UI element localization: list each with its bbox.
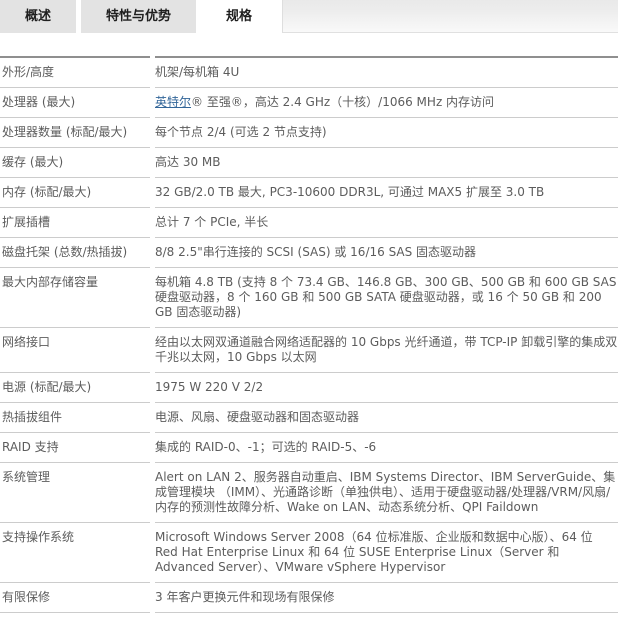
row-label: 系统管理 (0, 463, 150, 523)
table-row: 内存 (标配/最大)32 GB/2.0 TB 最大, PC3-10600 DDR… (0, 178, 618, 208)
spec-table: 外形/高度机架/每机箱 4U处理器 (最大)英特尔® 至强®，高达 2.4 GH… (0, 56, 618, 613)
row-label: 缓存 (最大) (0, 148, 150, 178)
table-row: 最大内部存储容量每机箱 4.8 TB (支持 8 个 73.4 GB、146.8… (0, 268, 618, 328)
row-value: 1975 W 220 V 2/2 (155, 373, 618, 403)
table-row: 缓存 (最大)高达 30 MB (0, 148, 618, 178)
row-label: 电源 (标配/最大) (0, 373, 150, 403)
row-value: 32 GB/2.0 TB 最大, PC3-10600 DDR3L, 可通过 MA… (155, 178, 618, 208)
row-value: 高达 30 MB (155, 148, 618, 178)
row-label: 扩展插槽 (0, 208, 150, 238)
row-label: 网络接口 (0, 328, 150, 373)
table-row: 外形/高度机架/每机箱 4U (0, 56, 618, 88)
row-value: 每机箱 4.8 TB (支持 8 个 73.4 GB、146.8 GB、300 … (155, 268, 618, 328)
table-row: RAID 支持集成的 RAID-0、-1；可选的 RAID-5、-6 (0, 433, 618, 463)
row-value: Microsoft Windows Server 2008（64 位标准版、企业… (155, 523, 618, 583)
table-row: 磁盘托架 (总数/热插拔)8/8 2.5"串行连接的 SCSI (SAS) 或 … (0, 238, 618, 268)
tab-features-benefits[interactable]: 特性与优势 (81, 0, 196, 33)
tab-bar-filler (282, 0, 618, 33)
row-label: 有限保修 (0, 583, 150, 613)
row-value: 机架/每机箱 4U (155, 56, 618, 88)
table-row: 扩展插槽总计 7 个 PCIe, 半长 (0, 208, 618, 238)
table-row: 系统管理Alert on LAN 2、服务器自动重启、IBM Systems D… (0, 463, 618, 523)
row-label: 最大内部存储容量 (0, 268, 150, 328)
table-row: 支持操作系统Microsoft Windows Server 2008（64 位… (0, 523, 618, 583)
table-row: 网络接口经由以太网双通道融合网络适配器的 10 Gbps 光纤通道，带 TCP-… (0, 328, 618, 373)
intel-link[interactable]: 英特尔 (155, 95, 191, 109)
table-row: 处理器 (最大)英特尔® 至强®，高达 2.4 GHz（十核）/1066 MHz… (0, 88, 618, 118)
row-value: 3 年客户更换元件和现场有限保修 (155, 583, 618, 613)
row-value: 集成的 RAID-0、-1；可选的 RAID-5、-6 (155, 433, 618, 463)
row-label: 外形/高度 (0, 56, 150, 88)
row-label: 热插拔组件 (0, 403, 150, 433)
table-row: 热插拔组件电源、风扇、硬盘驱动器和固态驱动器 (0, 403, 618, 433)
row-value: 8/8 2.5"串行连接的 SCSI (SAS) 或 16/16 SAS 固态驱… (155, 238, 618, 268)
table-row: 有限保修3 年客户更换元件和现场有限保修 (0, 583, 618, 613)
tab-specifications[interactable]: 规格 (201, 0, 277, 33)
row-label: RAID 支持 (0, 433, 150, 463)
row-label: 处理器 (最大) (0, 88, 150, 118)
row-label: 磁盘托架 (总数/热插拔) (0, 238, 150, 268)
table-row: 处理器数量 (标配/最大)每个节点 2/4 (可选 2 节点支持) (0, 118, 618, 148)
row-value: 英特尔® 至强®，高达 2.4 GHz（十核）/1066 MHz 内存访问 (155, 88, 618, 118)
row-value: 电源、风扇、硬盘驱动器和固态驱动器 (155, 403, 618, 433)
table-row: 电源 (标配/最大)1975 W 220 V 2/2 (0, 373, 618, 403)
row-value: 经由以太网双通道融合网络适配器的 10 Gbps 光纤通道，带 TCP-IP 卸… (155, 328, 618, 373)
tab-overview[interactable]: 概述 (0, 0, 76, 33)
tab-bar: 概述特性与优势规格 (0, 0, 618, 33)
row-value: 总计 7 个 PCIe, 半长 (155, 208, 618, 238)
row-value: Alert on LAN 2、服务器自动重启、IBM Systems Direc… (155, 463, 618, 523)
row-label: 处理器数量 (标配/最大) (0, 118, 150, 148)
row-value: 每个节点 2/4 (可选 2 节点支持) (155, 118, 618, 148)
row-value-text: ® 至强®，高达 2.4 GHz（十核）/1066 MHz 内存访问 (191, 95, 494, 109)
row-label: 支持操作系统 (0, 523, 150, 583)
row-label: 内存 (标配/最大) (0, 178, 150, 208)
